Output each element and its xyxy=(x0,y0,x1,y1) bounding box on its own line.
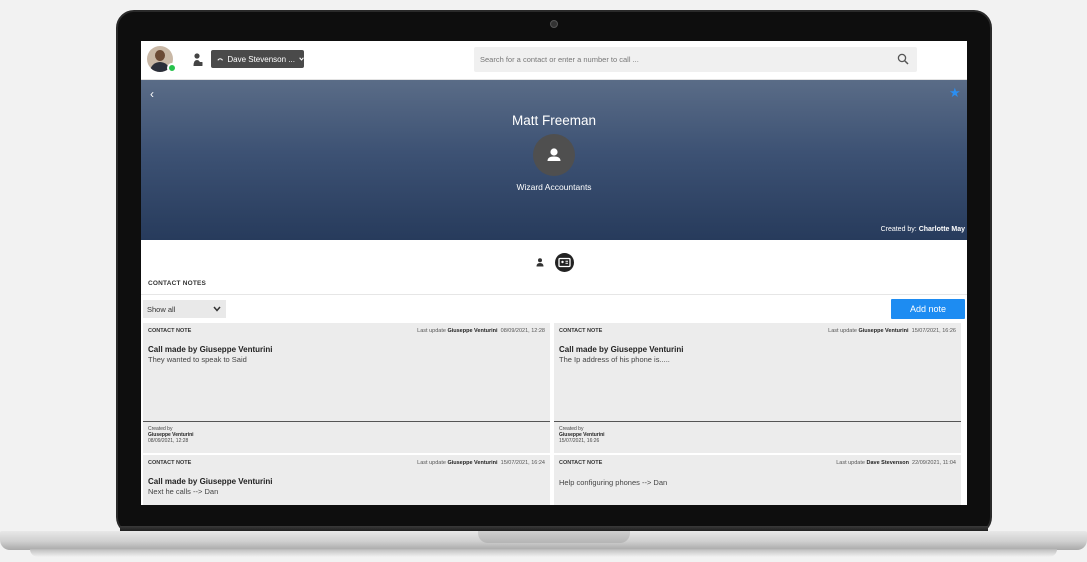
presence-status-icon xyxy=(167,63,177,73)
note-footer: Created by Giuseppe Venturini 15/07/2021… xyxy=(554,421,961,453)
note-card[interactable]: CONTACT NOTE Last update Giuseppe Ventur… xyxy=(143,323,550,453)
note-last-update: Last update Giuseppe Venturini 15/07/202… xyxy=(828,328,956,334)
note-footer: Created by Giuseppe Venturini 08/09/2021… xyxy=(143,421,550,453)
chevron-down-icon xyxy=(213,306,221,312)
favorite-star-icon[interactable]: ★ xyxy=(949,85,961,101)
note-body: They wanted to speak to Said xyxy=(148,355,247,364)
note-body: Next he calls --> Dan xyxy=(148,487,219,496)
note-last-update: Last update Giuseppe Venturini 15/07/202… xyxy=(417,460,545,466)
active-call-label: Dave Stevenson ... xyxy=(227,54,295,64)
contact-created-by: Created by: Charlotte May xyxy=(880,226,965,233)
webcam xyxy=(550,20,558,28)
app-screen: Dave Stevenson ... Search for a contact … xyxy=(141,41,967,505)
note-type: CONTACT NOTE xyxy=(559,328,603,334)
search-icon[interactable] xyxy=(897,53,909,65)
contact-company: Wizard Accountants xyxy=(516,182,592,192)
top-bar: Dave Stevenson ... Search for a contact … xyxy=(141,41,967,80)
note-card[interactable]: CONTACT NOTE Last update Giuseppe Ventur… xyxy=(143,455,550,505)
user-settings-icon[interactable] xyxy=(193,53,203,67)
tab-details-person-icon[interactable] xyxy=(536,258,544,267)
phone-hangup-icon xyxy=(217,58,224,61)
search-input[interactable]: Search for a contact or enter a number t… xyxy=(474,47,917,72)
person-icon xyxy=(547,148,561,161)
contact-name: Matt Freeman xyxy=(511,113,597,128)
note-title: Call made by Giuseppe Venturini xyxy=(148,345,273,354)
note-last-update: Last update Giuseppe Venturini 08/09/202… xyxy=(417,328,545,334)
note-card[interactable]: CONTACT NOTE Last update Giuseppe Ventur… xyxy=(554,323,961,453)
tab-notes[interactable] xyxy=(555,253,574,272)
active-call-dropdown[interactable]: Dave Stevenson ... xyxy=(211,50,304,68)
contact-header: ‹ ★ Matt Freeman Wizard Accountants Crea… xyxy=(141,80,967,240)
laptop-shadow xyxy=(30,549,1057,557)
note-last-update: Last update Dave Stevenson 22/09/2021, 1… xyxy=(836,460,956,466)
back-icon[interactable]: ‹ xyxy=(150,87,154,101)
note-title: Call made by Giuseppe Venturini xyxy=(148,477,273,486)
filter-value: Show all xyxy=(147,304,176,314)
note-card[interactable]: CONTACT NOTE Last update Dave Stevenson … xyxy=(554,455,961,505)
note-type: CONTACT NOTE xyxy=(148,328,192,334)
divider xyxy=(141,294,967,295)
note-body: The Ip address of his phone is..... xyxy=(559,355,670,364)
note-type: CONTACT NOTE xyxy=(559,460,603,466)
note-title: Call made by Giuseppe Venturini xyxy=(559,345,684,354)
note-type: CONTACT NOTE xyxy=(148,460,192,466)
contact-card-icon xyxy=(558,257,571,268)
search-placeholder: Search for a contact or enter a number t… xyxy=(480,55,639,64)
chevron-down-icon xyxy=(299,57,304,61)
notes-section-title: CONTACT NOTES xyxy=(148,280,207,287)
laptop-notch xyxy=(478,531,630,543)
contact-avatar xyxy=(533,134,575,176)
add-note-button[interactable]: Add note xyxy=(891,299,965,319)
notes-filter-select[interactable]: Show all xyxy=(143,300,226,318)
note-body: Help configuring phones --> Dan xyxy=(559,478,668,487)
